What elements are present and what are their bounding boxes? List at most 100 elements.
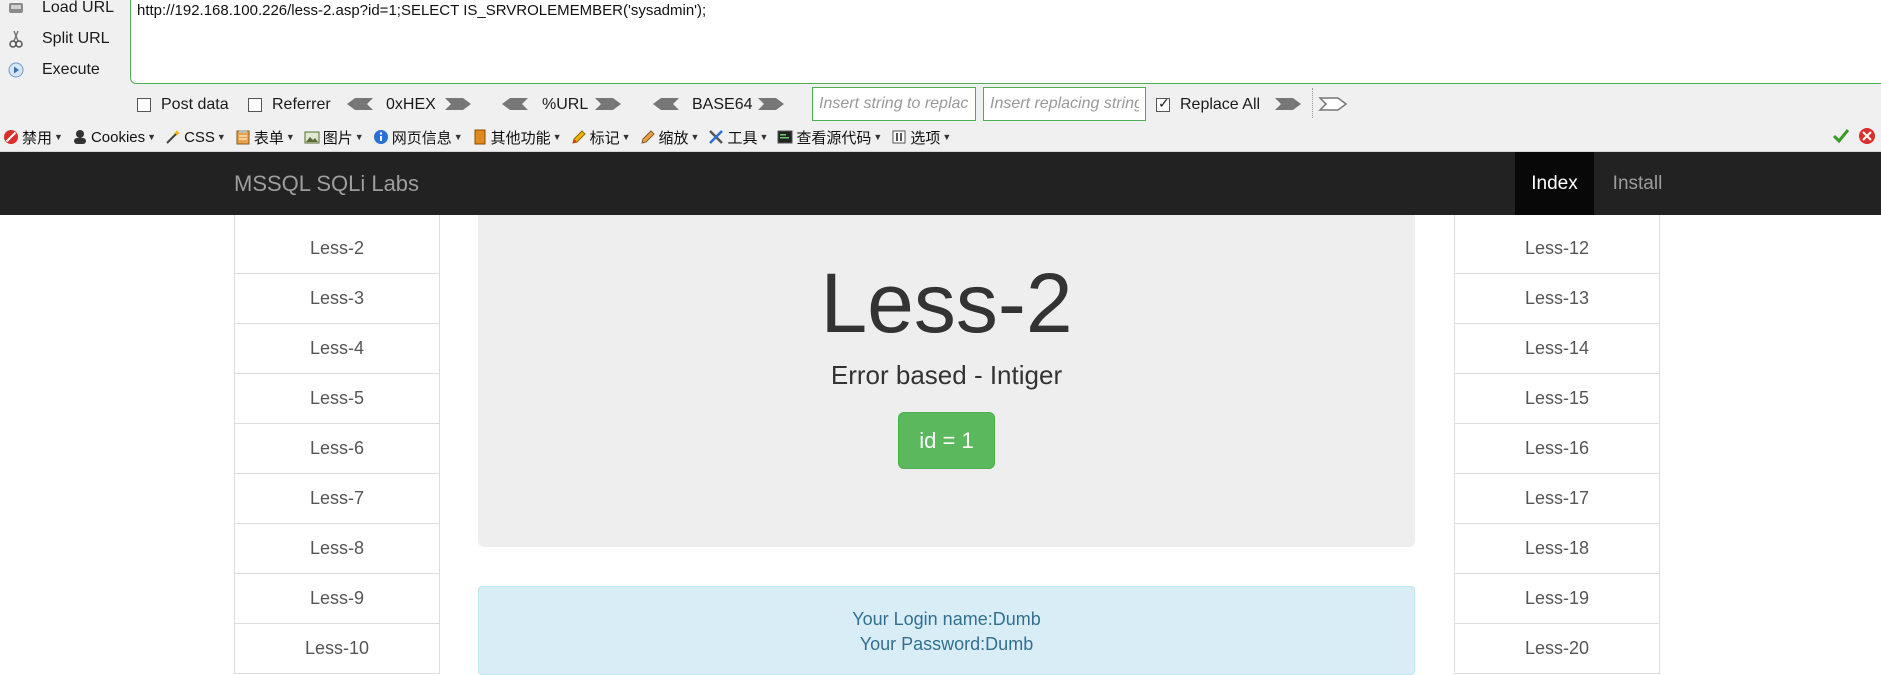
lesson-link[interactable]: Less-2 bbox=[234, 224, 440, 274]
load-url-button[interactable]: Load URL bbox=[0, 0, 128, 22]
base64-encode-arrow-icon[interactable] bbox=[756, 96, 786, 112]
referrer-label: Referrer bbox=[272, 96, 331, 113]
toolbar-separator bbox=[1312, 88, 1313, 118]
split-url-button[interactable]: Split URL bbox=[0, 25, 128, 53]
tools-icon bbox=[707, 128, 725, 146]
menu-page-info-label: 网页信息 bbox=[391, 129, 452, 147]
source-code-icon bbox=[776, 128, 794, 146]
left-lesson-list: Less-2 Less-3 Less-4 Less-5 Less-6 Less-… bbox=[234, 215, 440, 674]
base64-label: BASE64 bbox=[692, 96, 753, 113]
cookie-icon bbox=[71, 128, 89, 146]
menu-misc-label: 其他功能 bbox=[490, 129, 551, 147]
referrer-toggle[interactable]: Referrer bbox=[248, 92, 331, 118]
chevron-down-icon: ▼ bbox=[147, 132, 157, 142]
lesson-link[interactable]: Less-5 bbox=[234, 374, 440, 424]
lesson-link[interactable]: Less-10 bbox=[234, 624, 440, 674]
menu-page-info[interactable]: 网页信息 ▼ bbox=[370, 125, 465, 149]
chevron-down-icon: ▼ bbox=[285, 132, 295, 142]
lesson-link[interactable]: Less-4 bbox=[234, 324, 440, 374]
menu-resize-label: 缩放 bbox=[658, 129, 689, 147]
lesson-link[interactable]: Less-17 bbox=[1454, 474, 1660, 524]
lesson-link[interactable]: Less-9 bbox=[234, 574, 440, 624]
menu-misc[interactable]: 其他功能 ▼ bbox=[469, 125, 564, 149]
lesson-link[interactable]: Less-15 bbox=[1454, 374, 1660, 424]
lesson-link[interactable]: Less-16 bbox=[1454, 424, 1660, 474]
web-developer-toolbar: 禁用 ▼ Cookies ▼ CSS ▼ 表单 ▼ 图片 ▼ 网页信息 ▼ 其他功能 ▼ 标记… bbox=[0, 123, 1881, 152]
lesson-link[interactable]: Less-7 bbox=[234, 474, 440, 524]
menu-cookies-label: Cookies bbox=[90, 128, 146, 146]
lesson-link[interactable]: Less-3 bbox=[234, 274, 440, 324]
lesson-link[interactable]: Less-6 bbox=[234, 424, 440, 474]
menu-css[interactable]: CSS ▼ bbox=[162, 125, 228, 149]
image-icon bbox=[303, 128, 321, 146]
menu-resize[interactable]: 缩放 ▼ bbox=[637, 125, 702, 149]
hex-decode-arrow-icon[interactable] bbox=[345, 96, 375, 112]
site-brand[interactable]: MSSQL SQLi Labs bbox=[234, 171, 419, 197]
post-data-checkbox[interactable] bbox=[137, 98, 151, 112]
result-alert: Your Login name:Dumb Your Password:Dumb bbox=[478, 586, 1415, 675]
url-encode-arrow-icon[interactable] bbox=[593, 96, 623, 112]
lesson-link[interactable]: Less-20 bbox=[1454, 624, 1660, 674]
replace-all-toggle[interactable]: Replace All bbox=[1156, 92, 1260, 118]
page-subtitle: Error based - Intiger bbox=[830, 360, 1063, 390]
close-icon[interactable] bbox=[1858, 127, 1876, 145]
execute-button[interactable]: Execute bbox=[0, 56, 128, 84]
list-top-edge bbox=[234, 215, 440, 224]
menu-outline[interactable]: 标记 ▼ bbox=[568, 125, 633, 149]
split-url-label: Split URL bbox=[42, 30, 110, 47]
url-encode-label: %URL bbox=[542, 96, 589, 113]
post-data-label: Post data bbox=[161, 96, 229, 113]
url-decode-arrow-icon[interactable] bbox=[500, 96, 530, 112]
insert-string-input[interactable] bbox=[812, 87, 976, 121]
lesson-link[interactable]: Less-12 bbox=[1454, 224, 1660, 274]
chevron-down-icon: ▼ bbox=[759, 132, 769, 142]
chevron-down-icon: ▼ bbox=[942, 132, 952, 142]
url-input[interactable] bbox=[130, 0, 1881, 84]
replacing-string-input[interactable] bbox=[983, 87, 1146, 121]
menu-images-label: 图片 bbox=[322, 129, 353, 147]
chevron-down-icon: ▼ bbox=[453, 132, 463, 142]
menu-cookies[interactable]: Cookies ▼ bbox=[69, 125, 158, 149]
menu-disable[interactable]: 禁用 ▼ bbox=[0, 125, 65, 149]
hex-encode-arrow-icon[interactable] bbox=[443, 96, 473, 112]
base64-decode-arrow-icon[interactable] bbox=[651, 96, 681, 112]
replace-all-checkbox[interactable] bbox=[1156, 95, 1170, 112]
replace-back-arrow-icon[interactable] bbox=[1318, 96, 1348, 112]
resize-icon bbox=[639, 128, 657, 146]
id-button[interactable]: id = 1 bbox=[898, 412, 995, 469]
menu-view-source-label: 查看源代码 bbox=[796, 129, 872, 147]
lesson-link[interactable]: Less-13 bbox=[1454, 274, 1660, 324]
site-navbar: MSSQL SQLi Labs Index Install bbox=[0, 152, 1881, 215]
page-title: Less-2 bbox=[820, 256, 1073, 350]
lesson-link[interactable]: Less-14 bbox=[1454, 324, 1660, 374]
lesson-jumbotron: Less-2 Error based - Intiger id = 1 bbox=[478, 215, 1415, 547]
play-icon bbox=[8, 62, 24, 78]
chevron-down-icon: ▼ bbox=[873, 132, 883, 142]
referrer-checkbox[interactable] bbox=[248, 98, 262, 112]
lesson-link[interactable]: Less-8 bbox=[234, 524, 440, 574]
options-icon bbox=[890, 128, 908, 146]
menu-options[interactable]: 选项 ▼ bbox=[888, 125, 953, 149]
nav-install[interactable]: Install bbox=[1594, 152, 1681, 215]
hackbar-panel: Load URL Split URL Execute Post data Ref… bbox=[0, 0, 1881, 123]
post-data-toggle[interactable]: Post data bbox=[137, 92, 229, 118]
load-url-icon bbox=[8, 0, 24, 16]
lesson-link[interactable]: Less-19 bbox=[1454, 574, 1660, 624]
lesson-link[interactable]: Less-18 bbox=[1454, 524, 1660, 574]
chevron-down-icon: ▼ bbox=[690, 132, 700, 142]
menu-forms[interactable]: 表单 ▼ bbox=[232, 125, 297, 149]
menu-tools[interactable]: 工具 ▼ bbox=[705, 125, 770, 149]
form-icon bbox=[234, 128, 252, 146]
list-top-edge bbox=[1454, 215, 1660, 224]
menu-outline-label: 标记 bbox=[589, 129, 620, 147]
menu-view-source[interactable]: 查看源代码 ▼ bbox=[774, 125, 884, 149]
css-wand-icon bbox=[164, 128, 182, 146]
disable-icon bbox=[2, 128, 20, 146]
replace-all-label: Replace All bbox=[1180, 96, 1261, 113]
menu-images[interactable]: 图片 ▼ bbox=[301, 125, 366, 149]
nav-index[interactable]: Index bbox=[1515, 152, 1594, 215]
chevron-down-icon: ▼ bbox=[216, 132, 226, 142]
replace-forward-arrow-icon[interactable] bbox=[1273, 96, 1303, 112]
check-icon[interactable] bbox=[1832, 127, 1850, 145]
menu-disable-label: 禁用 bbox=[22, 129, 53, 147]
